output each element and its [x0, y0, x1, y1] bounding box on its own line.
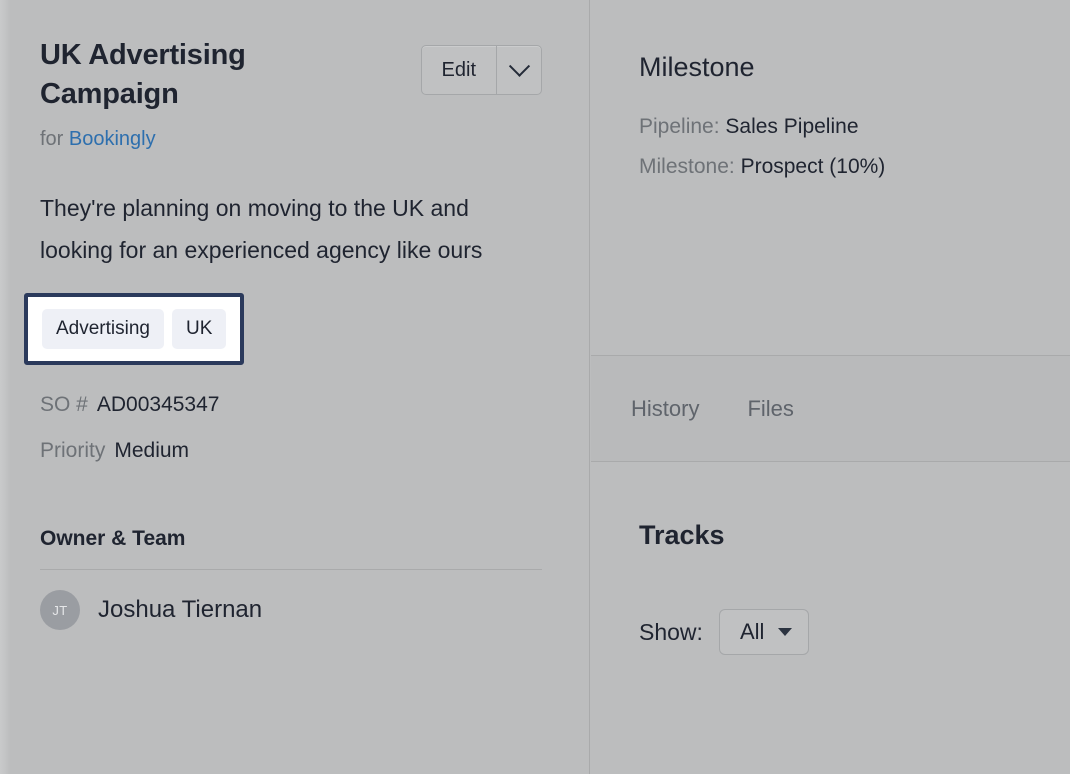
milestone-label: Milestone: [639, 155, 735, 178]
show-label: Show: [639, 618, 703, 645]
milestone-row: Milestone: Prospect (10%) [639, 147, 1070, 187]
side-pane-tabs: History Files [591, 355, 1070, 462]
so-number-label: SO # [40, 393, 88, 416]
pipeline-row: Pipeline: Sales Pipeline [639, 107, 1070, 147]
edit-dropdown-button[interactable] [497, 46, 541, 94]
tracks-filter-value: All [739, 619, 765, 644]
owner-team-divider [40, 569, 542, 570]
account-link[interactable]: Bookingly [69, 128, 156, 150]
so-number-row: SO # AD00345347 [40, 391, 589, 419]
triangle-down-icon [778, 628, 793, 636]
deal-account-line: for Bookingly [40, 128, 589, 151]
owner-team-heading: Owner & Team [40, 527, 186, 550]
tab-files[interactable]: Files [747, 396, 793, 422]
tag-chip[interactable]: Advertising [42, 309, 164, 349]
pipeline-label: Pipeline: [639, 115, 720, 138]
tab-history[interactable]: History [631, 396, 699, 422]
tracks-heading: Tracks [639, 520, 725, 550]
page-title: UK Advertising Campaign [40, 39, 246, 110]
priority-row: Priority Medium [40, 437, 589, 465]
edit-button[interactable]: Edit [422, 46, 497, 94]
so-number-value: AD00345347 [96, 393, 220, 416]
tracks-filter-row: Show: All [639, 609, 810, 655]
deal-description: They're planning on moving to the UK and… [40, 195, 483, 263]
list-item[interactable]: JT Joshua Tiernan [40, 590, 589, 630]
milestone-heading: Milestone [639, 52, 755, 82]
for-label: for [40, 128, 64, 150]
milestone-value: Prospect (10%) [740, 155, 886, 178]
priority-value: Medium [114, 439, 190, 462]
tracks-filter-select[interactable]: All [718, 609, 810, 655]
owner-name: Joshua Tiernan [98, 596, 263, 623]
deal-header: UK Advertising Campaign Edit [40, 36, 542, 114]
tag-chip[interactable]: UK [172, 309, 227, 349]
deal-summary-pane: UK Advertising Campaign Edit for Booking… [0, 0, 590, 774]
milestone-card: Milestone Pipeline: Sales Pipeline Miles… [591, 0, 1070, 187]
tag-list: Advertising UK [42, 309, 227, 349]
edit-split-button[interactable]: Edit [420, 45, 542, 95]
avatar: JT [40, 590, 80, 630]
chevron-down-icon [508, 55, 530, 77]
priority-label: Priority [40, 439, 106, 462]
tracks-section: Tracks Show: All [639, 520, 810, 655]
deal-detail-screen: UK Advertising Campaign Edit for Booking… [0, 0, 1070, 774]
pipeline-value: Sales Pipeline [725, 115, 859, 138]
tags-highlight-box: Advertising UK [24, 293, 245, 365]
